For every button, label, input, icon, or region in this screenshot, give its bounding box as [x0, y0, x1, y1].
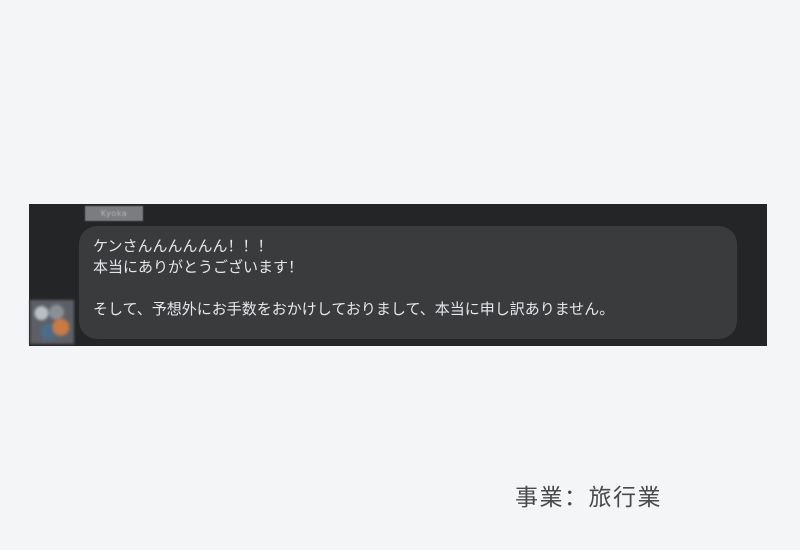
sender-avatar[interactable]: [30, 300, 74, 344]
chat-screenshot: Kyoka ケンさんんんんんん！！！ 本当にありがとうございます！ そして、予想…: [29, 204, 767, 346]
message-line-4: そして、予想外にお手数をおかけしておりまして、本当に申し訳ありません。: [93, 300, 615, 318]
message-line-1: ケンさんんんんんん！！！: [93, 237, 273, 255]
business-label: 事業：旅行業: [515, 485, 662, 511]
message-line-3: [93, 278, 723, 299]
message-line-2: 本当にありがとうございます！: [93, 258, 304, 276]
sender-name: Kyoka: [85, 206, 143, 221]
message-bubble[interactable]: ケンさんんんんんん！！！ 本当にありがとうございます！ そして、予想外にお手数を…: [79, 226, 737, 339]
